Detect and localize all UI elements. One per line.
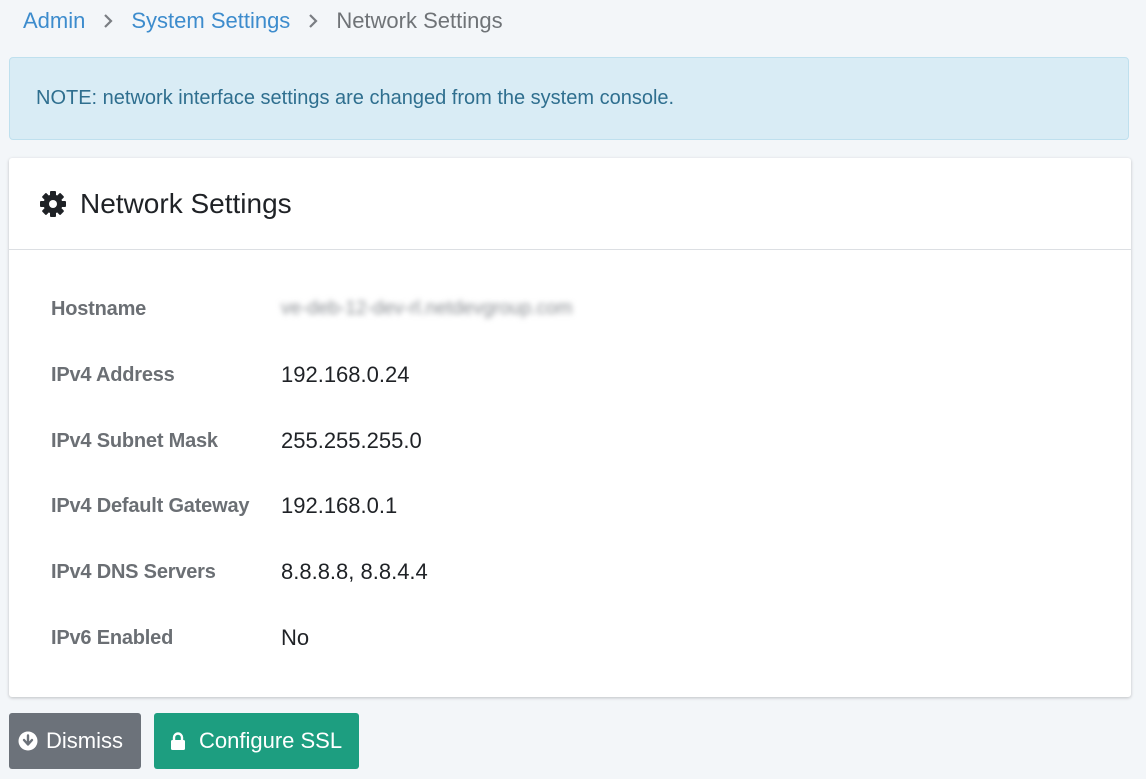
setting-label: IPv4 Address bbox=[51, 363, 175, 386]
breadcrumb-current: Network Settings bbox=[336, 8, 503, 33]
card-header: Network Settings bbox=[9, 158, 1131, 250]
breadcrumb-system-settings-link[interactable]: System Settings bbox=[131, 8, 290, 34]
configure-ssl-button-label: Configure SSL bbox=[199, 728, 343, 753]
configure-ssl-button[interactable]: Configure SSL bbox=[154, 713, 359, 769]
info-alert-text: NOTE: network interface settings are cha… bbox=[36, 87, 675, 109]
setting-value: 255.255.255.0 bbox=[281, 428, 422, 453]
setting-row-hostname: Hostname ve-deb-12-dev-rl.netdevgroup.co… bbox=[9, 294, 1131, 324]
setting-value: 192.168.0.24 bbox=[281, 362, 410, 387]
setting-label: IPv4 Subnet Mask bbox=[51, 429, 218, 452]
breadcrumb: Admin System Settings Network Settings bbox=[23, 6, 503, 36]
setting-value: No bbox=[281, 625, 310, 650]
setting-row-ipv4-subnet-mask: IPv4 Subnet Mask 255.255.255.0 bbox=[9, 426, 1131, 456]
setting-row-ipv4-default-gateway: IPv4 Default Gateway 192.168.0.1 bbox=[9, 491, 1131, 521]
setting-label: Hostname bbox=[51, 297, 147, 320]
setting-row-ipv4-dns-servers: IPv4 DNS Servers 8.8.8.8, 8.8.4.4 bbox=[9, 557, 1131, 587]
setting-label: IPv4 Default Gateway bbox=[51, 494, 250, 517]
setting-value: 8.8.8.8, 8.8.4.4 bbox=[281, 559, 428, 584]
setting-row-ipv6-enabled: IPv6 Enabled No bbox=[9, 623, 1131, 653]
setting-row-ipv4-address: IPv4 Address 192.168.0.24 bbox=[9, 360, 1131, 390]
breadcrumb-admin-link[interactable]: Admin bbox=[23, 8, 85, 34]
card-title: Network Settings bbox=[80, 187, 292, 219]
lock-icon bbox=[170, 731, 186, 751]
gear-icon bbox=[39, 190, 67, 218]
setting-label: IPv4 DNS Servers bbox=[51, 560, 216, 583]
network-settings-card: Network Settings Hostname ve-deb-12-dev-… bbox=[9, 158, 1131, 697]
setting-value: 192.168.0.1 bbox=[281, 493, 398, 518]
chevron-right-icon bbox=[103, 14, 113, 28]
chevron-right-icon bbox=[308, 14, 318, 28]
info-alert: NOTE: network interface settings are cha… bbox=[9, 57, 1129, 140]
arrow-circle-down-icon bbox=[18, 731, 38, 751]
dismiss-button-label: Dismiss bbox=[46, 728, 123, 753]
dismiss-button[interactable]: Dismiss bbox=[9, 713, 141, 769]
setting-value: ve-deb-12-dev-rl.netdevgroup.com bbox=[281, 298, 573, 319]
setting-label: IPv6 Enabled bbox=[51, 626, 174, 649]
